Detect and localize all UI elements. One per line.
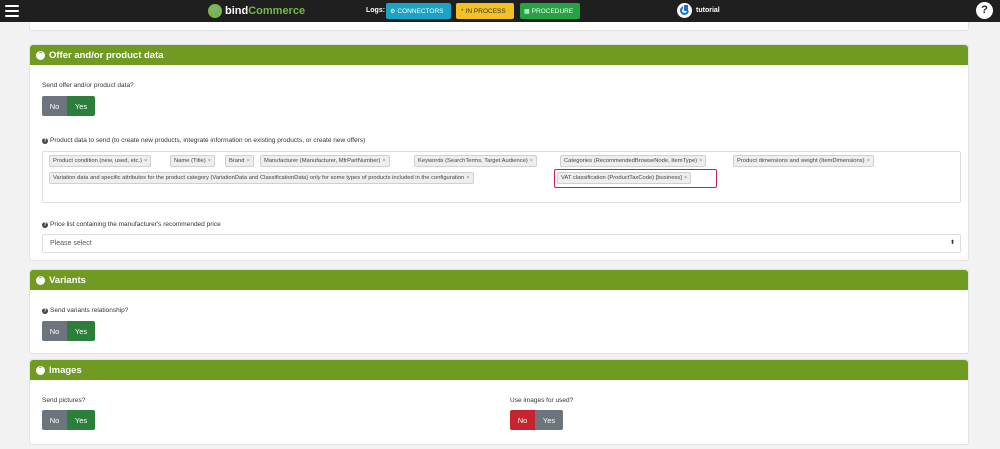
- procedure-log-button[interactable]: ▦ PROCEDURE: [520, 3, 580, 19]
- product-data-multiselect[interactable]: Product condition (new, used, etc.) × Nam…: [42, 151, 961, 203]
- images-panel-title: Images: [49, 364, 82, 376]
- procedure-label: PROCEDURE: [531, 7, 574, 15]
- images-panel-header[interactable]: ⌃ Images: [30, 360, 968, 380]
- tag-keywords: Keywords (SearchTerms, Target Audience) ×: [414, 155, 538, 167]
- offer-panel-header[interactable]: ⌃ Offer and/or product data: [30, 45, 968, 65]
- remove-tag-icon[interactable]: ×: [699, 158, 702, 164]
- remove-tag-icon[interactable]: ×: [144, 158, 147, 164]
- send-offer-label: Send offer and/or product data?: [42, 82, 134, 89]
- used-images-no-button[interactable]: No: [510, 410, 535, 430]
- used-images-label: Use images for used?: [510, 397, 574, 404]
- brand-logo[interactable]: 🛒 bind Commerce: [208, 3, 305, 19]
- chevron-up-icon: ⌃: [36, 50, 45, 60]
- send-variants-no-button[interactable]: No: [42, 321, 67, 341]
- question-icon: ?: [42, 308, 48, 314]
- in-process-label: IN PROCESS: [465, 7, 506, 15]
- images-panel: ⌃ Images Send pictures? No Yes Use image…: [29, 359, 969, 445]
- brand-name-part2: Commerce: [248, 5, 306, 17]
- cart-icon: 🛒: [208, 4, 222, 18]
- variants-panel-title: Variants: [49, 274, 86, 286]
- send-pictures-toggle: No Yes: [42, 410, 95, 430]
- help-icon[interactable]: ?: [976, 2, 993, 19]
- clock-icon: ◔: [460, 8, 464, 14]
- send-offer-yes-button[interactable]: Yes: [67, 96, 95, 116]
- top-navbar: 🛒 bind Commerce Logs: ⚙ CONNECTORS ◔ IN PRO…: [0, 0, 1000, 22]
- calendar-icon: ▦: [524, 8, 530, 15]
- send-variants-yes-button[interactable]: Yes: [67, 321, 95, 341]
- price-list-select[interactable]: Please select ⬍: [42, 234, 961, 253]
- remove-tag-icon[interactable]: ×: [867, 158, 870, 164]
- tag-manufacturer: Manufacturer (Manufacturer, MfrPartNumbe…: [260, 155, 390, 167]
- send-variants-label: ? Send variants relationship?: [42, 307, 129, 314]
- gear-icon: ⚙: [390, 8, 396, 15]
- brand-name-part1: bind: [225, 5, 249, 17]
- tag-variation-data: Variation data and specific attributes f…: [49, 172, 474, 184]
- in-process-log-button[interactable]: ◔ IN PROCESS: [456, 3, 514, 19]
- product-data-label: ? Product data to send (to create new pro…: [42, 137, 366, 144]
- connectors-label: CONNECTORS: [397, 7, 444, 15]
- tag-product-condition: Product condition (new, used, etc.) ×: [49, 155, 152, 167]
- price-list-label: ? Price list containing the manufacturer'…: [42, 221, 221, 228]
- send-variants-toggle: No Yes: [42, 321, 95, 341]
- send-pictures-label: Send pictures?: [42, 397, 86, 404]
- question-icon: ?: [42, 222, 48, 228]
- previous-panel-bottom: [29, 22, 969, 31]
- remove-tag-icon[interactable]: ×: [246, 158, 249, 164]
- send-pictures-no-button[interactable]: No: [42, 410, 67, 430]
- send-offer-no-button[interactable]: No: [42, 96, 67, 116]
- remove-tag-icon[interactable]: ×: [208, 158, 211, 164]
- tag-dimensions-weight: Product dimensions and weight (ItemDimen…: [733, 155, 874, 167]
- tag-name-title: Name (Title) ×: [170, 155, 216, 167]
- used-images-yes-button[interactable]: Yes: [535, 410, 563, 430]
- used-images-toggle: No Yes: [510, 410, 563, 430]
- question-icon: ?: [42, 138, 48, 144]
- connectors-log-button[interactable]: ⚙ CONNECTORS: [386, 3, 451, 19]
- user-menu[interactable]: tutorial: [677, 3, 720, 18]
- price-list-value: Please select: [50, 240, 92, 247]
- highlight-box: [554, 169, 717, 188]
- tag-brand: Brand ×: [225, 155, 254, 167]
- tag-categories: Categories (RecommendedBrowseNode, ItemT…: [560, 155, 707, 167]
- logs-label: Logs:: [366, 7, 386, 14]
- variants-panel-header[interactable]: ⌃ Variants: [30, 270, 968, 290]
- variants-panel: ⌃ Variants ? Send variants relationship? …: [29, 269, 969, 354]
- send-offer-toggle: No Yes: [42, 96, 95, 116]
- username: tutorial: [696, 7, 720, 14]
- remove-tag-icon[interactable]: ×: [382, 158, 385, 164]
- power-icon[interactable]: [677, 3, 692, 18]
- menu-icon[interactable]: [5, 5, 19, 17]
- remove-tag-icon[interactable]: ×: [530, 158, 533, 164]
- select-arrows-icon: ⬍: [949, 240, 955, 246]
- remove-tag-icon[interactable]: ×: [466, 175, 469, 181]
- chevron-up-icon: ⌃: [36, 275, 45, 285]
- offer-panel-title: Offer and/or product data: [49, 49, 164, 61]
- send-pictures-yes-button[interactable]: Yes: [67, 410, 95, 430]
- offer-panel: ⌃ Offer and/or product data Send offer a…: [29, 44, 969, 261]
- chevron-up-icon: ⌃: [36, 365, 45, 375]
